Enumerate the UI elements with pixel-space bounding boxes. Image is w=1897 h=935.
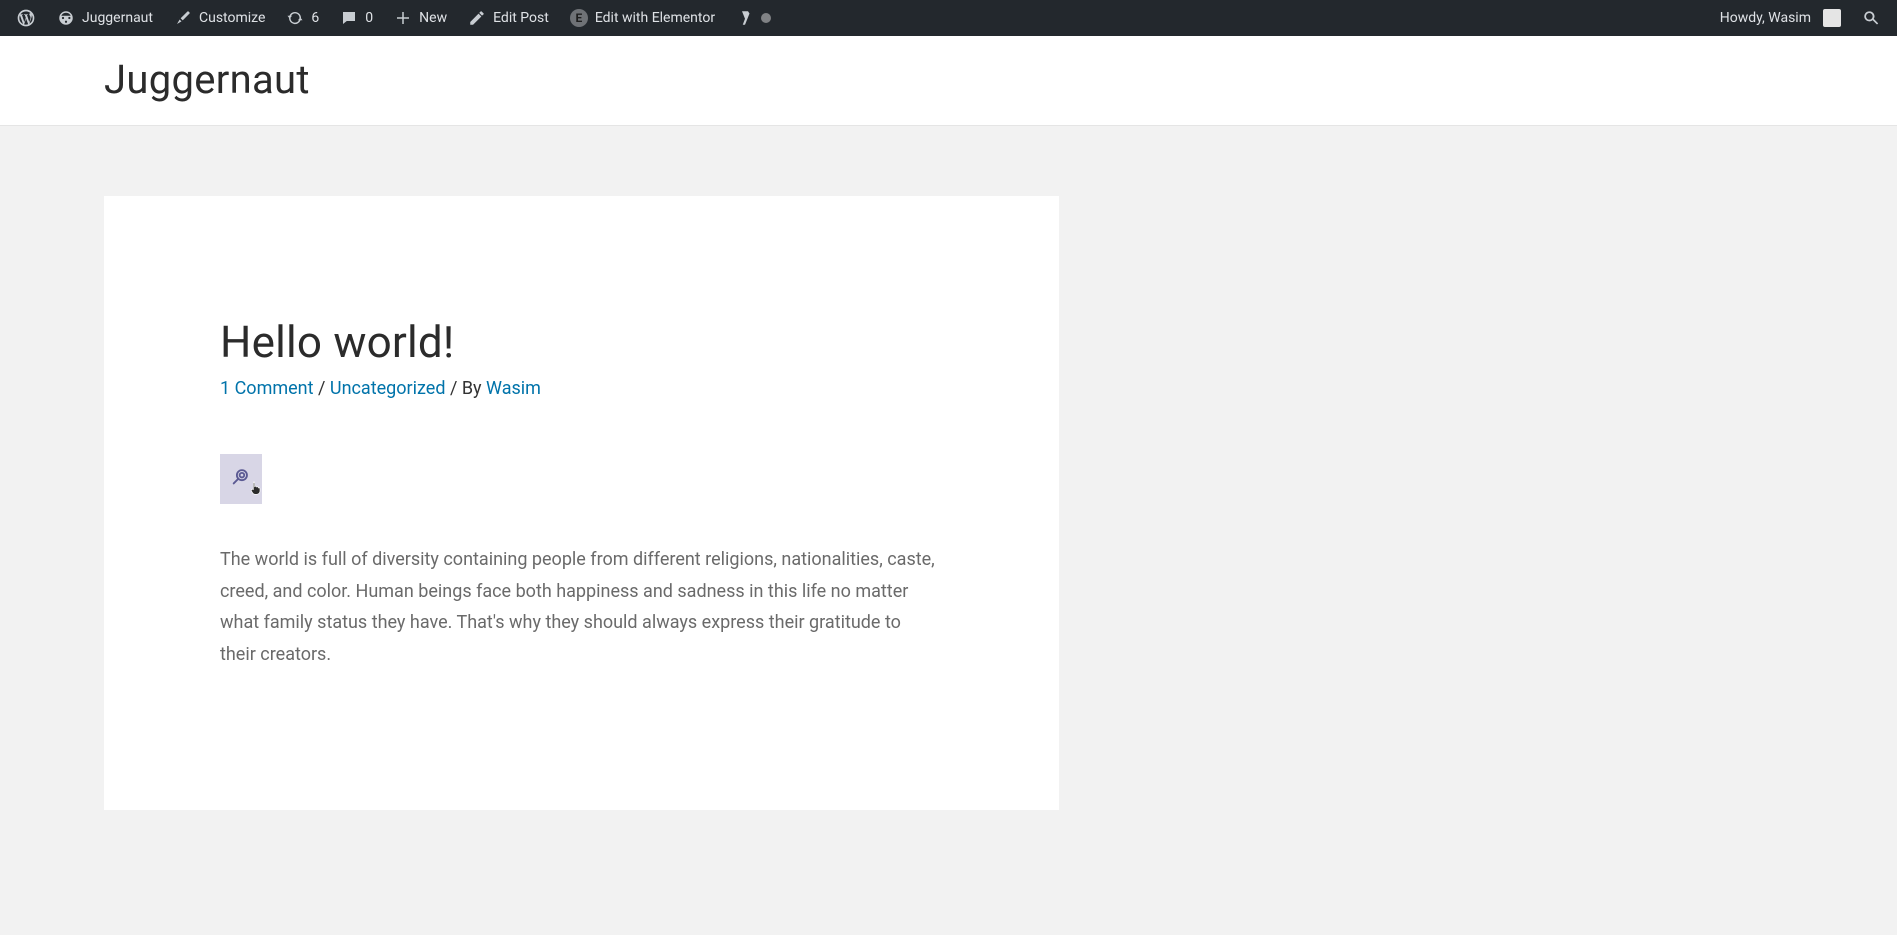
- edit-post-menu[interactable]: Edit Post: [457, 0, 559, 36]
- yoast-icon: [735, 8, 755, 28]
- meta-sep: /: [318, 378, 330, 399]
- pencil-icon: [467, 8, 487, 28]
- post-title: Hello world!: [220, 316, 949, 368]
- customize-label: Customize: [199, 0, 265, 36]
- edit-post-label: Edit Post: [493, 0, 549, 36]
- header-search-button[interactable]: [1851, 0, 1891, 36]
- status-dot-icon: [761, 13, 771, 23]
- cursor-icon: [248, 478, 264, 502]
- site-name-label: Juggernaut: [82, 0, 153, 36]
- comments-link[interactable]: 1 Comment: [220, 378, 314, 399]
- customize-menu[interactable]: Customize: [163, 0, 275, 36]
- sidebar: [1099, 196, 1240, 810]
- brush-icon: [173, 8, 193, 28]
- dashboard-icon: [56, 8, 76, 28]
- wordpress-icon: [16, 8, 36, 28]
- search-icon: [1861, 8, 1881, 28]
- howdy-label: Howdy, Wasim: [1720, 0, 1811, 36]
- post-body: The world is full of diversity containin…: [220, 544, 940, 670]
- meta-by: / By: [450, 378, 486, 399]
- avatar-icon: [1823, 9, 1841, 27]
- new-label: New: [419, 0, 447, 36]
- edit-elementor-menu[interactable]: E Edit with Elementor: [559, 0, 725, 36]
- account-menu[interactable]: Howdy, Wasim: [1710, 0, 1851, 36]
- yoast-menu[interactable]: [725, 0, 781, 36]
- site-header: Juggernaut: [0, 36, 1897, 126]
- site-name-menu[interactable]: Juggernaut: [46, 0, 163, 36]
- elementor-icon: E: [569, 8, 589, 28]
- post-meta: 1 Comment / Uncategorized / By Wasim: [220, 378, 949, 399]
- comments-menu[interactable]: 0: [329, 0, 383, 36]
- page: Hello world! 1 Comment / Uncategorized /…: [0, 126, 1897, 810]
- category-link[interactable]: Uncategorized: [330, 378, 446, 399]
- featured-image-zoom[interactable]: [220, 454, 262, 504]
- new-menu[interactable]: New: [383, 0, 457, 36]
- plus-icon: [393, 8, 413, 28]
- updates-count: 6: [311, 0, 319, 36]
- post-card: Hello world! 1 Comment / Uncategorized /…: [104, 196, 1059, 810]
- updates-menu[interactable]: 6: [275, 0, 329, 36]
- comments-count: 0: [365, 0, 373, 36]
- edit-elementor-label: Edit with Elementor: [595, 0, 715, 36]
- update-icon: [285, 8, 305, 28]
- admin-bar: Juggernaut Customize 6 0 New: [0, 0, 1897, 36]
- author-link[interactable]: Wasim: [486, 378, 541, 399]
- comment-icon: [339, 8, 359, 28]
- site-title[interactable]: Juggernaut: [104, 56, 1240, 103]
- wp-logo-menu[interactable]: [6, 0, 46, 36]
